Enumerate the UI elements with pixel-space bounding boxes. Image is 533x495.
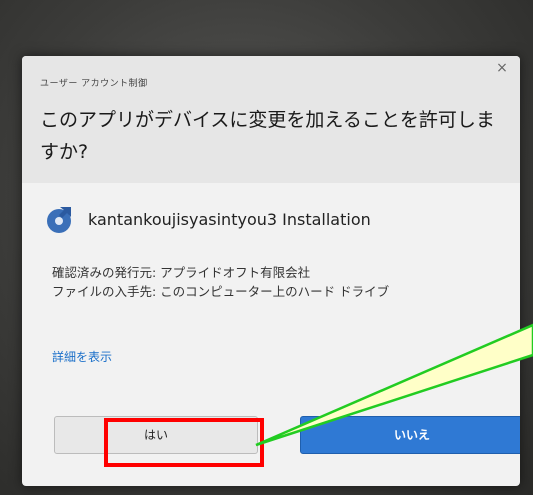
- app-name: kantankoujisyasintyou3 Installation: [88, 209, 371, 229]
- no-button[interactable]: いいえ: [300, 416, 520, 454]
- publisher-info: 確認済みの発行元: アプライドオフト有限会社 ファイルの入手先: このコンピュー…: [52, 263, 389, 301]
- close-icon[interactable]: ×: [494, 60, 510, 76]
- dialog-question: このアプリがデバイスに変更を加えることを許可しますか?: [40, 109, 495, 163]
- dialog-header-label: ユーザー アカウント制御: [40, 79, 148, 89]
- publisher-line: 確認済みの発行元: アプライドオフト有限会社: [52, 265, 311, 280]
- dialog-header: ユーザー アカウント制御 × このアプリがデバイスに変更を加えることを許可します…: [22, 56, 520, 183]
- source-line: ファイルの入手先: このコンピューター上のハード ドライブ: [52, 284, 390, 299]
- show-details-link[interactable]: 詳細を表示: [52, 348, 112, 365]
- uac-dialog: ユーザー アカウント制御 × このアプリがデバイスに変更を加えることを許可します…: [22, 56, 520, 486]
- app-row: kantankoujisyasintyou3 Installation: [44, 204, 371, 234]
- installer-disc-icon: [47, 207, 71, 233]
- yes-button[interactable]: はい: [54, 416, 258, 454]
